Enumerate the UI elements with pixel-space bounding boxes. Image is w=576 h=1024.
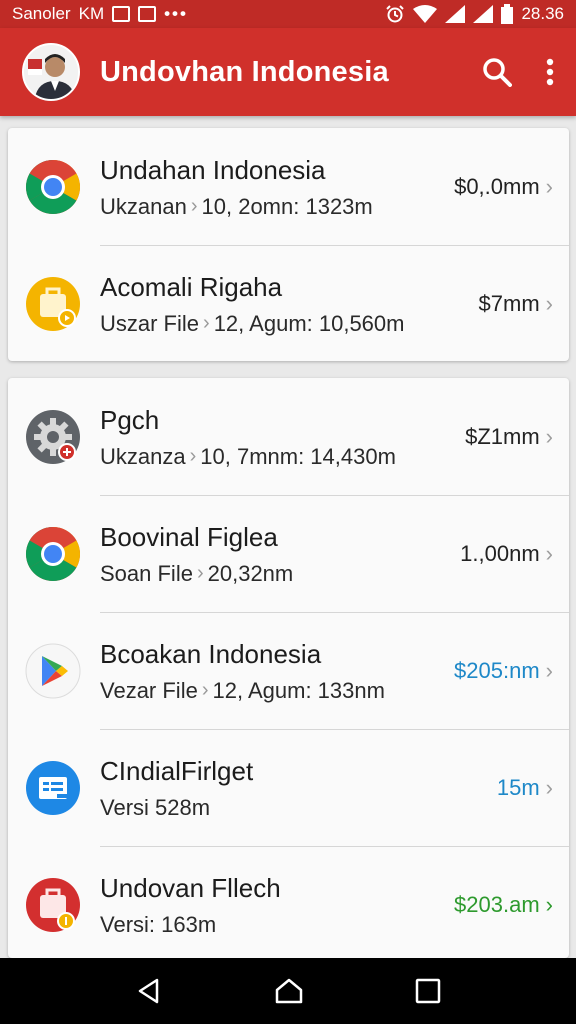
recents-square-icon[interactable] bbox=[415, 978, 441, 1004]
item-value-text: $7mm bbox=[478, 290, 540, 316]
notification-box-icon bbox=[112, 6, 131, 22]
item-value-text: $203.am bbox=[454, 891, 540, 917]
chrome-icon bbox=[24, 158, 82, 216]
battery-icon bbox=[501, 4, 514, 24]
item-title: CIndialFirlget bbox=[100, 755, 254, 786]
list-item[interactable]: Boovinal Figlea Soan File › 20,32nm 1.,0… bbox=[8, 495, 569, 612]
item-sub-b: 12, Agum: 10,560m bbox=[213, 310, 405, 336]
list-item[interactable]: Acomali Rigaha Uszar File › 12, Agum: 10… bbox=[8, 245, 569, 361]
chrome-icon bbox=[24, 525, 82, 583]
item-sub-a: Soan File bbox=[100, 560, 193, 586]
item-title: Boovinal Figlea bbox=[100, 521, 278, 552]
status-bar: Sanoler KM ••• 28.36 bbox=[0, 0, 576, 28]
item-value: 1.,00nm › bbox=[460, 541, 553, 567]
document-icon bbox=[24, 759, 82, 817]
item-value: $Z1mm › bbox=[465, 424, 553, 450]
item-sub-a: Ukzanan bbox=[100, 193, 187, 219]
item-value: $7mm › bbox=[479, 291, 553, 317]
item-subtitle: Ukzanza › 10, 7mnm: 14,430m bbox=[100, 444, 465, 470]
item-value: $0,.0mm › bbox=[454, 174, 553, 200]
app-bar: Undovhan Indonesia bbox=[0, 28, 576, 116]
wifi-icon bbox=[413, 5, 438, 23]
item-value-text: 15m bbox=[496, 774, 540, 800]
chevron-right-small-icon: › bbox=[196, 562, 204, 584]
item-sub-a: Ukzanza bbox=[100, 443, 186, 469]
list-item[interactable]: Undahan Indonesia Ukzanan › 10, 2omn: 13… bbox=[8, 128, 569, 245]
chevron-right-icon: › bbox=[545, 423, 553, 449]
item-value: 15m › bbox=[497, 775, 553, 801]
list-item[interactable]: CIndialFirlget Versi 528m 15m › bbox=[8, 729, 569, 846]
item-subtitle: Soan File › 20,32nm bbox=[100, 561, 460, 587]
chevron-right-icon: › bbox=[545, 657, 553, 683]
signal-icon bbox=[445, 5, 466, 23]
item-sub-a: Uszar File bbox=[100, 310, 200, 336]
card-recent: Undahan Indonesia Ukzanan › 10, 2omn: 13… bbox=[8, 128, 569, 361]
more-vert-icon[interactable] bbox=[546, 58, 554, 86]
chevron-right-icon: › bbox=[545, 540, 553, 566]
home-icon[interactable] bbox=[274, 977, 304, 1005]
item-title: Undahan Indonesia bbox=[100, 154, 326, 185]
chevron-right-icon: › bbox=[545, 774, 553, 800]
item-value-text: $0,.0mm bbox=[454, 173, 540, 199]
item-value: $203.am › bbox=[454, 892, 553, 918]
chevron-right-small-icon: › bbox=[190, 195, 198, 217]
item-title: Undovan Fllech bbox=[100, 872, 281, 903]
item-title: Pgch bbox=[100, 404, 160, 435]
item-sub-b: 10, 2omn: 1323m bbox=[201, 193, 373, 219]
signal-icon-2 bbox=[473, 5, 494, 23]
card-apps: Pgch Ukzanza › 10, 7mnm: 14,430m $Z1mm › bbox=[8, 378, 569, 958]
image-notification-icon bbox=[138, 6, 157, 22]
chevron-right-icon: › bbox=[545, 891, 553, 917]
back-triangle-icon[interactable] bbox=[135, 977, 163, 1005]
play-store-icon bbox=[24, 642, 82, 700]
alarm-icon bbox=[385, 4, 405, 24]
chevron-right-icon: › bbox=[545, 290, 553, 316]
list-item[interactable]: Bcoakan Indonesia Vezar File › 12, Agum:… bbox=[8, 612, 569, 729]
item-value: $205:nm › bbox=[454, 658, 553, 684]
app-title: Undovhan Indonesia bbox=[100, 55, 389, 88]
chevron-right-icon: › bbox=[545, 173, 553, 199]
item-sub-a: Vezar File bbox=[100, 677, 198, 703]
clock: 28.36 bbox=[521, 4, 564, 23]
more-notifications-dots: ••• bbox=[164, 4, 188, 23]
chevron-right-small-icon: › bbox=[203, 312, 210, 334]
item-sub-b: 12, Agum: 133nm bbox=[212, 677, 385, 703]
item-subtitle: Ukzanan › 10, 2omn: 1323m bbox=[100, 194, 454, 220]
list-item[interactable]: Pgch Ukzanza › 10, 7mnm: 14,430m $Z1mm › bbox=[8, 378, 569, 495]
item-sub-a: Versi: 163m bbox=[100, 911, 217, 937]
item-sub-b: 10, 7mnm: 14,430m bbox=[200, 443, 396, 469]
item-sub-a: Versi 528m bbox=[100, 794, 211, 820]
avatar[interactable] bbox=[22, 43, 80, 101]
km-label: KM bbox=[78, 4, 105, 23]
item-value-text: $Z1mm bbox=[465, 423, 540, 449]
item-title: Bcoakan Indonesia bbox=[100, 638, 322, 669]
navigation-bar bbox=[0, 958, 576, 1024]
list-item[interactable]: Undovan Fllech Versi: 163m $203.am › bbox=[8, 846, 569, 958]
item-subtitle: Vezar File › 12, Agum: 133nm bbox=[100, 678, 454, 704]
carrier-label: Sanoler bbox=[12, 4, 71, 23]
briefcase-icon bbox=[24, 876, 82, 934]
briefcase-icon bbox=[24, 275, 82, 333]
item-subtitle: Uszar File › 12, Agum: 10,560m bbox=[100, 311, 479, 337]
item-title: Acomali Rigaha bbox=[100, 271, 283, 302]
item-sub-b: 20,32nm bbox=[207, 560, 294, 586]
item-value-text: $205:nm bbox=[454, 657, 540, 683]
item-value-text: 1.,00nm bbox=[460, 540, 540, 566]
chevron-right-small-icon: › bbox=[189, 445, 197, 467]
item-subtitle: Versi: 163m bbox=[100, 912, 454, 938]
search-icon[interactable] bbox=[482, 57, 512, 87]
gear-icon bbox=[24, 408, 82, 466]
chevron-right-small-icon: › bbox=[201, 679, 209, 701]
item-subtitle: Versi 528m bbox=[100, 795, 497, 821]
